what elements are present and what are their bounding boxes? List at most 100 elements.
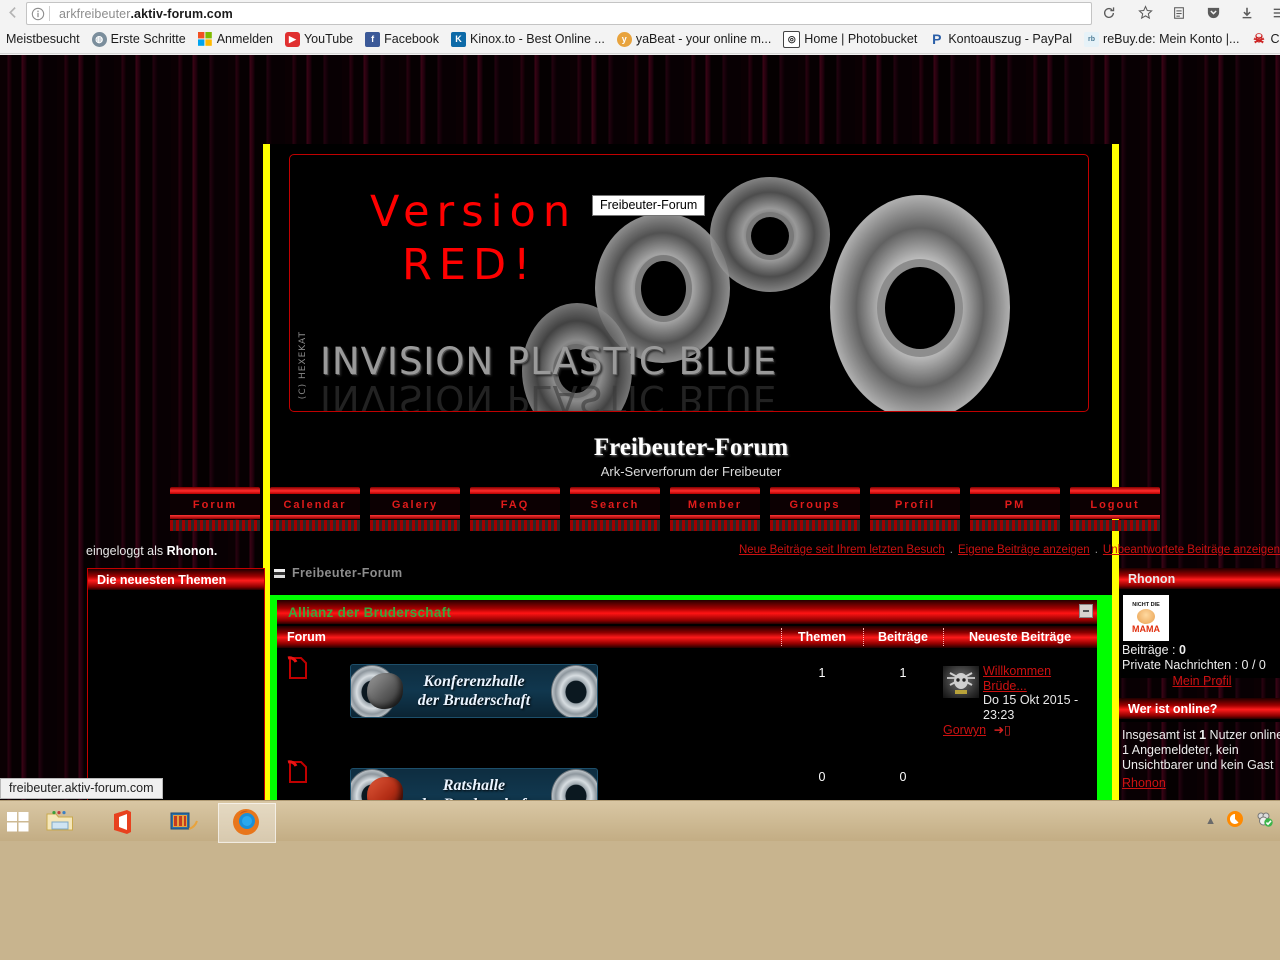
- bookmark-label: Clan Freibeuter WF-: [1270, 32, 1280, 46]
- nav-label: Member: [687, 498, 743, 511]
- nav-label: Logout: [1090, 498, 1140, 511]
- forum-name: Konferenzhalle der Bruderschaft: [417, 673, 531, 709]
- forum-category-title: Allianz der Bruderschaft: [288, 604, 452, 620]
- panel-title: Wer ist online?: [1128, 701, 1218, 716]
- forum-beitraege-count: 0: [899, 770, 907, 784]
- nav-item-search[interactable]: Search: [570, 487, 660, 531]
- rebuy-icon: rb: [1084, 31, 1100, 47]
- bookmark-label: Meistbesucht: [6, 32, 80, 46]
- flange-icon: [551, 769, 597, 800]
- office-button[interactable]: [96, 805, 148, 839]
- bookmark-item[interactable]: ◎ Home | Photobucket: [777, 25, 923, 53]
- flange-icon: [551, 665, 597, 717]
- nav-item-profil[interactable]: Profil: [870, 487, 960, 531]
- taskbar: ▲: [0, 800, 1280, 843]
- info-circle-icon[interactable]: [27, 4, 49, 23]
- profile-link-wrap: Mein Profil: [1122, 674, 1280, 689]
- last-post-author-link[interactable]: Gorwyn: [943, 723, 986, 737]
- table-row: Konferenzhalle der Bruderschaft 1 1 Willk…: [277, 656, 1097, 752]
- bookmark-item[interactable]: f Facebook: [359, 25, 445, 53]
- nav-label: Calendar: [283, 498, 347, 511]
- bookmark-label: Anmelden: [216, 32, 273, 46]
- nav-item-faq[interactable]: FAQ: [470, 487, 560, 531]
- nav-item-groups[interactable]: Groups: [770, 487, 860, 531]
- star-icon[interactable]: [1130, 0, 1160, 25]
- reader-list-icon[interactable]: [1164, 0, 1194, 25]
- pocket-shield-icon[interactable]: [1198, 0, 1228, 25]
- microsoft-icon: [198, 32, 213, 47]
- column-header-beitraege: Beiträge: [877, 630, 929, 644]
- bookmark-item[interactable]: Meistbesucht: [0, 25, 86, 53]
- media-button[interactable]: [158, 805, 210, 839]
- chevron-up-icon[interactable]: ▲: [1205, 815, 1216, 827]
- quick-links: Neue Beiträge seit Ihrem letzten Besuch.…: [270, 544, 1280, 556]
- collapse-icon[interactable]: [1079, 604, 1093, 618]
- bookmark-label: yaBeat - your online m...: [635, 32, 772, 46]
- nav-item-logout[interactable]: Logout: [1070, 487, 1160, 531]
- panel-header: Rhonon: [1119, 568, 1280, 589]
- bookmark-item[interactable]: rb reBuy.de: Mein Konto |...: [1078, 25, 1245, 53]
- panel-title: Die neuesten Themen: [97, 572, 227, 587]
- bookmark-label: Facebook: [384, 32, 440, 46]
- nav-item-forum[interactable]: Forum: [170, 487, 260, 531]
- nav-item-galery[interactable]: Galery: [370, 487, 460, 531]
- quicklink-separator: .: [1094, 544, 1098, 556]
- forum-link-ratshalle[interactable]: Ratshalleder Bruderschaft: [350, 768, 598, 800]
- link-own-posts[interactable]: Eigene Beiträge anzeigen: [958, 544, 1090, 556]
- breadcrumb: Freibeuter-Forum: [274, 566, 403, 580]
- bookmark-item[interactable]: ☠ Clan Freibeuter WF-: [1245, 25, 1280, 53]
- forum-category-block: Allianz der Bruderschaft Forum Themen Be…: [277, 600, 1097, 800]
- bookmark-item[interactable]: P Kontoauszug - PayPal: [923, 25, 1078, 53]
- firefox-button[interactable]: [220, 805, 272, 839]
- forum-folder-icon[interactable]: [287, 656, 309, 680]
- bookmarks-bar: Meistbesucht ◍ Erste Schritte Anmelden ▶…: [0, 25, 1280, 54]
- banner-credit: (C) HEXEKAT: [298, 331, 308, 400]
- system-tray: ▲: [1205, 801, 1274, 841]
- avast-icon[interactable]: [1226, 810, 1244, 833]
- site-banner[interactable]: Version RED! (C) HEXEKAT INVISION PLASTI…: [289, 154, 1089, 412]
- url-bar[interactable]: arkfreibeuter.aktiv-forum.com: [26, 2, 1092, 25]
- back-arrow-icon[interactable]: [0, 1, 26, 25]
- security-check-icon[interactable]: [1254, 810, 1274, 833]
- bookmark-item[interactable]: ◍ Erste Schritte: [86, 25, 192, 53]
- bookmark-item[interactable]: y yaBeat - your online m...: [611, 25, 777, 53]
- link-unanswered-posts[interactable]: Unbeantwortete Beiträge anzeigen: [1103, 544, 1280, 556]
- nav-item-pm[interactable]: PM: [970, 487, 1060, 531]
- menu-icon[interactable]: [1264, 0, 1280, 25]
- bookmark-item[interactable]: K Kinox.to - Best Online ...: [445, 25, 611, 53]
- nav-label: Groups: [789, 498, 841, 511]
- last-post-title-link[interactable]: Willkommen Brüde...: [983, 664, 1051, 693]
- avatar: NICHT DIE MAMA: [1123, 595, 1169, 641]
- forum-link-konferenzhalle[interactable]: Konferenzhalle der Bruderschaft: [350, 664, 598, 718]
- download-arrow-icon[interactable]: [1232, 0, 1262, 25]
- nav-label: Search: [590, 498, 640, 511]
- nav-item-calendar[interactable]: Calendar: [270, 487, 360, 531]
- kinox-icon: K: [451, 31, 467, 47]
- panel-header: Die neuesten Themen: [88, 569, 264, 590]
- bookmark-label: YouTube: [303, 32, 354, 46]
- pm-value: 0 / 0: [1241, 658, 1266, 672]
- forum-category-header: Allianz der Bruderschaft: [277, 600, 1097, 624]
- forum-folder-icon[interactable]: [287, 760, 309, 784]
- my-profile-link[interactable]: Mein Profil: [1172, 674, 1231, 688]
- reload-icon[interactable]: [1094, 0, 1124, 25]
- online-text-1: Insgesamt ist: [1122, 728, 1200, 742]
- nav-label: Profil: [894, 498, 936, 511]
- main-navigation: Forum Calendar Galery FAQ Search Member …: [170, 487, 1280, 531]
- online-user-link[interactable]: Rhonon: [1122, 776, 1166, 790]
- avatar-bottom-text: MAMA: [1132, 624, 1160, 634]
- bookmark-item[interactable]: Anmelden: [192, 25, 279, 53]
- nav-item-member[interactable]: Member: [670, 487, 760, 531]
- globe-icon: ◍: [91, 31, 107, 47]
- goto-post-icon[interactable]: ➜▯: [990, 723, 1011, 737]
- link-new-posts[interactable]: Neue Beiträge seit Ihrem letzten Besuch: [739, 544, 945, 556]
- login-status: eingeloggt als Rhonon.: [86, 544, 217, 558]
- breadcrumb-label[interactable]: Freibeuter-Forum: [292, 566, 403, 580]
- nav-label: Forum: [192, 498, 238, 511]
- explorer-button[interactable]: [34, 805, 86, 839]
- login-prefix: eingeloggt als: [86, 544, 167, 558]
- bookmark-label: reBuy.de: Mein Konto |...: [1103, 32, 1240, 46]
- bookmark-item[interactable]: ▶ YouTube: [279, 25, 359, 53]
- url-text: arkfreibeuter.aktiv-forum.com: [50, 7, 233, 21]
- banner-version-line1: Version: [370, 187, 578, 237]
